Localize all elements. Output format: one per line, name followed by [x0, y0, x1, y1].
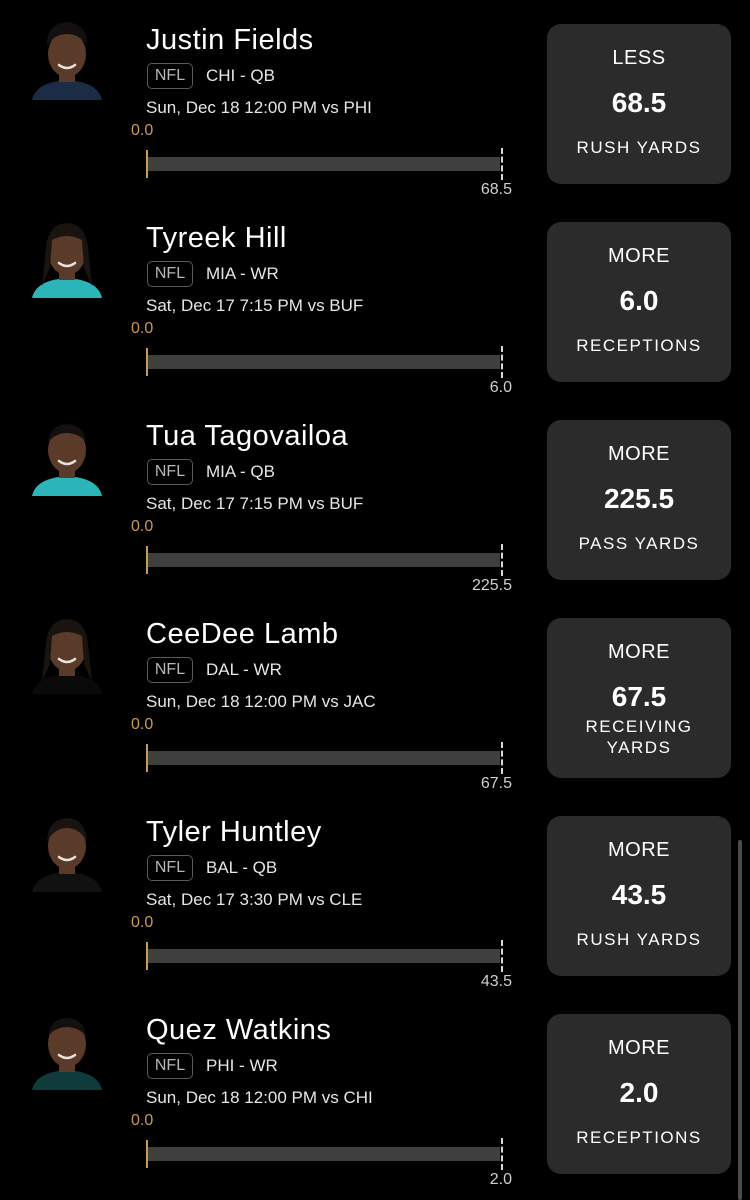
progress-marker: [146, 942, 148, 970]
team-position: PHI - WR: [206, 1056, 278, 1075]
pick-card[interactable]: MORE 67.5 RECEIVING YARDS: [547, 618, 731, 778]
player-headshot: [22, 604, 112, 694]
player-headshot: [22, 208, 112, 298]
target-line: [501, 940, 503, 972]
pick-row[interactable]: Tyreek Hill NFL MIA - WR Sat, Dec 17 7:1…: [0, 198, 750, 396]
league-badge: NFL: [147, 657, 193, 683]
pick-direction: MORE: [608, 245, 670, 267]
current-value: 0.0: [131, 518, 154, 535]
team-position: BAL - QB: [206, 858, 278, 877]
pick-card[interactable]: MORE 6.0 RECEPTIONS: [547, 222, 731, 382]
progress-track: [147, 157, 500, 171]
team-position: DAL - WR: [206, 660, 282, 679]
league-badge: NFL: [147, 261, 193, 287]
pick-card[interactable]: MORE 225.5 PASS YARDS: [547, 420, 731, 580]
progress-marker: [146, 744, 148, 772]
target-value: 225.5: [471, 577, 512, 594]
pick-card[interactable]: LESS 68.5 RUSH YARDS: [547, 24, 731, 184]
pick-line: 67.5: [611, 681, 667, 712]
pick-row[interactable]: Justin Fields NFL CHI - QB Sun, Dec 18 1…: [0, 0, 750, 198]
progress-track: [147, 949, 500, 963]
pick-direction: MORE: [608, 443, 670, 465]
player-name: Tyler Huntley: [146, 816, 322, 848]
stat-type: PASS YARDS: [578, 534, 700, 553]
current-value: 0.0: [131, 914, 154, 931]
pick-row[interactable]: CeeDee Lamb NFL DAL - WR Sun, Dec 18 12:…: [0, 594, 750, 792]
target-line: [501, 346, 503, 378]
game-time: Sat, Dec 17 7:15 PM vs BUF: [146, 494, 364, 513]
player-name: Justin Fields: [146, 24, 314, 56]
stat-type: RECEIVING YARDS: [585, 717, 693, 757]
stat-type: RECEPTIONS: [576, 1128, 702, 1147]
pick-line: 68.5: [611, 87, 667, 118]
pick-card[interactable]: MORE 2.0 RECEPTIONS: [547, 1014, 731, 1174]
target-line: [501, 742, 503, 774]
league-badge: NFL: [147, 63, 193, 89]
league-badge: NFL: [147, 459, 193, 485]
stat-type: RECEPTIONS: [576, 336, 702, 355]
current-value: 0.0: [131, 320, 154, 337]
progress-marker: [146, 546, 148, 574]
pick-row[interactable]: Tyler Huntley NFL BAL - QB Sat, Dec 17 3…: [0, 792, 750, 990]
target-line: [501, 1138, 503, 1170]
progress-track: [147, 1147, 500, 1161]
progress-marker: [146, 1140, 148, 1168]
pick-line: 225.5: [603, 483, 675, 514]
current-value: 0.0: [131, 716, 154, 733]
team-position: MIA - WR: [206, 264, 279, 283]
team-position: CHI - QB: [206, 66, 275, 85]
pick-line: 6.0: [619, 285, 659, 316]
game-time: Sun, Dec 18 12:00 PM vs JAC: [146, 692, 376, 711]
stat-type: RUSH YARDS: [576, 138, 702, 157]
pick-direction: MORE: [608, 641, 670, 663]
player-name: Tua Tagovailoa: [146, 420, 349, 452]
target-value: 2.0: [489, 1171, 512, 1188]
target-value: 43.5: [480, 973, 512, 990]
game-time: Sun, Dec 18 12:00 PM vs PHI: [146, 98, 372, 117]
player-headshot: [22, 802, 112, 892]
league-badge: NFL: [147, 855, 193, 881]
target-value: 6.0: [489, 379, 512, 396]
pick-direction: MORE: [608, 839, 670, 861]
pick-row[interactable]: Tua Tagovailoa NFL MIA - QB Sat, Dec 17 …: [0, 396, 750, 594]
league-badge: NFL: [147, 1053, 193, 1079]
pick-row[interactable]: Quez Watkins NFL PHI - WR Sun, Dec 18 12…: [0, 990, 750, 1188]
progress-track: [147, 553, 500, 567]
progress-track: [147, 751, 500, 765]
pick-direction: MORE: [608, 1037, 670, 1059]
pick-direction: LESS: [612, 47, 666, 69]
pick-card[interactable]: MORE 43.5 RUSH YARDS: [547, 816, 731, 976]
target-value: 68.5: [480, 181, 512, 198]
game-time: Sun, Dec 18 12:00 PM vs CHI: [146, 1088, 373, 1107]
pick-line: 2.0: [619, 1077, 659, 1108]
stat-type: RUSH YARDS: [576, 930, 702, 949]
progress-track: [147, 355, 500, 369]
player-name: Tyreek Hill: [146, 222, 287, 254]
player-name: Quez Watkins: [146, 1014, 332, 1046]
pick-line: 43.5: [611, 879, 667, 910]
progress-marker: [146, 150, 148, 178]
game-time: Sat, Dec 17 3:30 PM vs CLE: [146, 890, 363, 909]
current-value: 0.0: [131, 122, 154, 139]
scrollbar[interactable]: [738, 840, 742, 1200]
player-headshot: [22, 1000, 112, 1090]
target-line: [501, 544, 503, 576]
team-position: MIA - QB: [206, 462, 275, 481]
target-value: 67.5: [480, 775, 512, 792]
player-name: CeeDee Lamb: [146, 618, 339, 650]
target-line: [501, 148, 503, 180]
player-headshot: [22, 406, 112, 496]
current-value: 0.0: [131, 1112, 154, 1129]
progress-marker: [146, 348, 148, 376]
game-time: Sat, Dec 17 7:15 PM vs BUF: [146, 296, 364, 315]
player-headshot: [22, 10, 112, 100]
